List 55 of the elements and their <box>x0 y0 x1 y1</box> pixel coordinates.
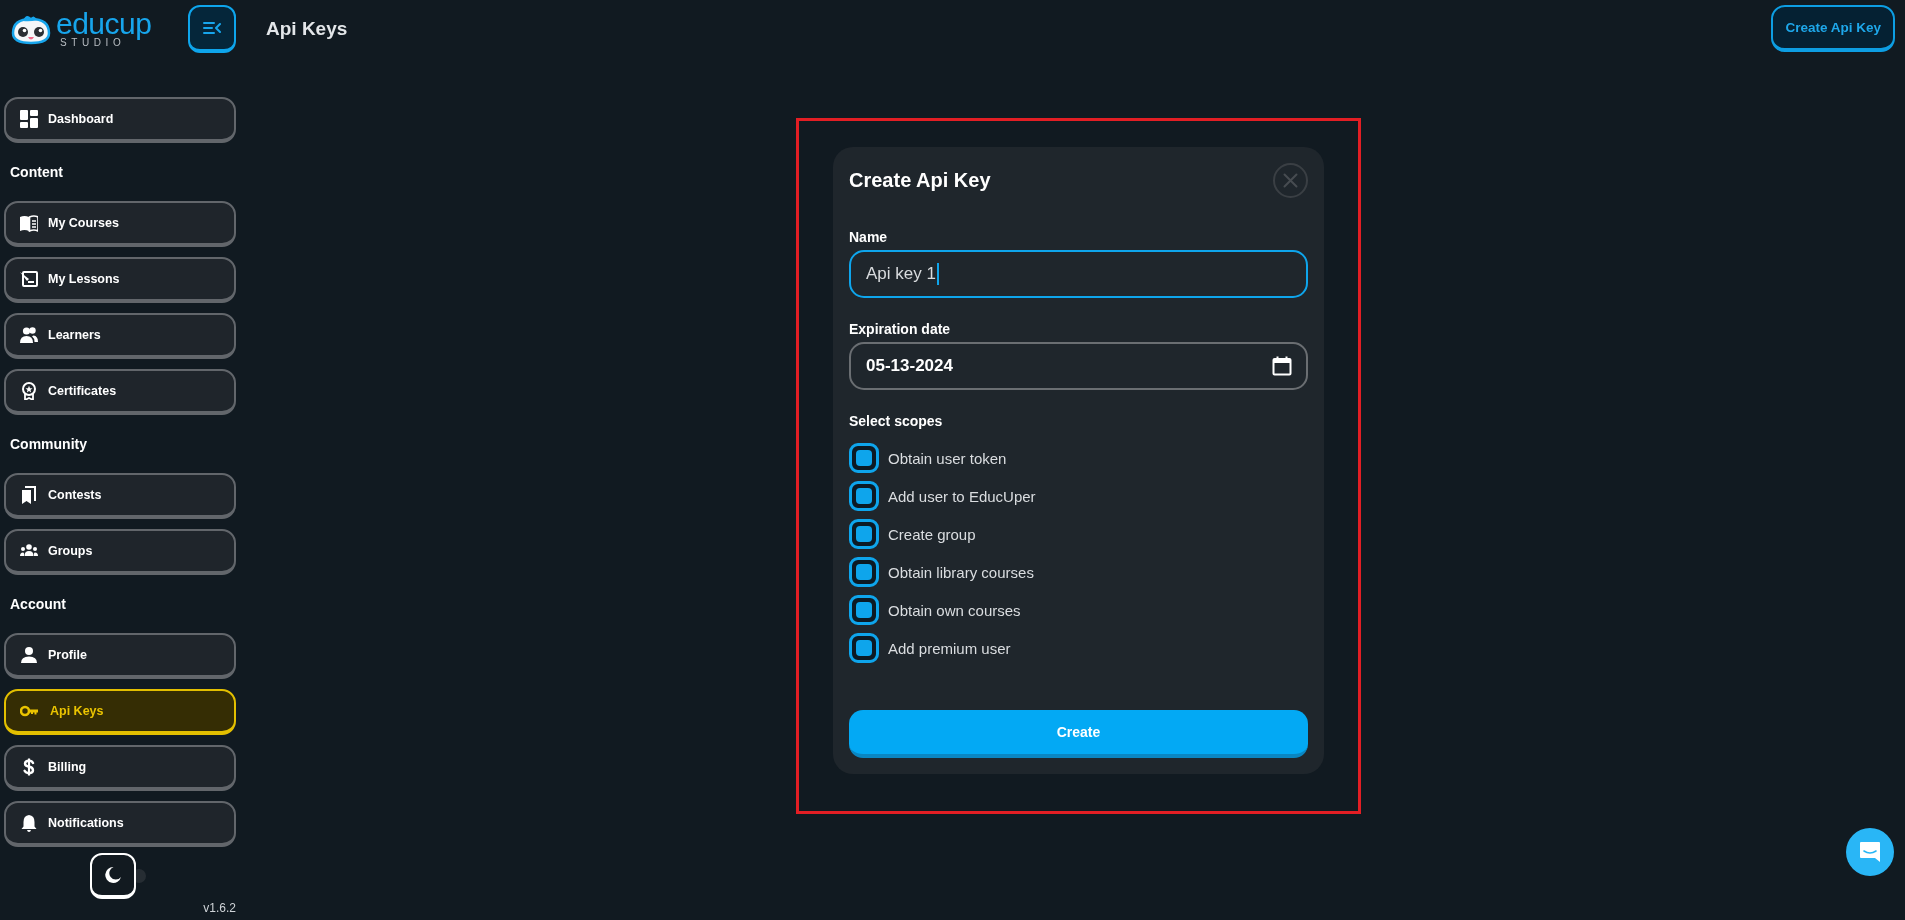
date-field[interactable]: 05-13-2024 <box>849 342 1308 390</box>
scope-label: Create group <box>888 525 976 543</box>
sidebar-item[interactable]: Contests <box>4 473 236 519</box>
mascot-icon <box>9 13 53 45</box>
checkbox[interactable] <box>849 633 879 663</box>
bookmark-icon <box>20 486 38 504</box>
dashboard-icon <box>20 110 38 128</box>
calendar-icon <box>1272 356 1292 376</box>
chat-button[interactable] <box>1846 828 1894 876</box>
section-heading: Content <box>10 164 63 180</box>
sidebar-item[interactable]: Profile <box>4 633 236 679</box>
scope-label: Obtain user token <box>888 449 1007 467</box>
scope-label: Add premium user <box>888 639 1011 657</box>
scope-label: Obtain library courses <box>888 563 1034 581</box>
sidebar-item[interactable]: My Courses <box>4 201 236 247</box>
checkbox[interactable] <box>849 519 879 549</box>
page-title: Api Keys <box>266 17 348 40</box>
checkbox[interactable] <box>849 595 879 625</box>
collapse-sidebar-button[interactable] <box>188 5 236 53</box>
sidebar-item[interactable]: Billing <box>4 745 236 791</box>
section-heading: Community <box>10 436 87 452</box>
logo-subtitle: STUDIO <box>60 36 126 49</box>
text-cursor <box>936 263 939 285</box>
checkbox[interactable] <box>849 443 879 473</box>
person-icon <box>20 646 38 664</box>
field-label: Expiration date <box>849 321 952 338</box>
chalkboard-icon <box>20 270 38 288</box>
field-label: Name <box>849 229 889 246</box>
checkbox[interactable] <box>849 557 879 587</box>
chat-icon <box>1846 828 1894 876</box>
sidebar-item[interactable]: My Lessons <box>4 257 236 303</box>
sidebar-item[interactable]: Certificates <box>4 369 236 415</box>
scope-label: Add user to EducUper <box>888 487 1036 505</box>
checkbox[interactable] <box>849 481 879 511</box>
sidebar-item[interactable]: Api Keys <box>4 689 236 735</box>
theme-toggle-button[interactable] <box>90 853 136 899</box>
close-icon <box>1273 163 1308 198</box>
sidebar-item[interactable]: Learners <box>4 313 236 359</box>
create-api-key-button[interactable]: Create Api Key <box>1771 5 1895 52</box>
dialog-title: Create Api Key <box>849 169 991 192</box>
version-label: v1.6.2 <box>203 901 236 915</box>
people-icon <box>20 326 38 344</box>
award-icon <box>20 382 38 400</box>
collapse-menu-icon <box>203 21 221 35</box>
name-field[interactable]: Api key 1 <box>849 250 1308 298</box>
bell-icon <box>20 814 38 832</box>
sidebar-item[interactable]: Dashboard <box>4 97 236 143</box>
sidebar-item[interactable]: Notifications <box>4 801 236 847</box>
key-icon <box>20 704 40 718</box>
scopes-label: Select scopes <box>849 413 944 430</box>
sidebar-item[interactable]: Groups <box>4 529 236 575</box>
book-icon <box>20 214 38 232</box>
section-heading: Account <box>10 596 66 612</box>
scope-label: Obtain own courses <box>888 601 1021 619</box>
moon-icon <box>104 866 122 884</box>
